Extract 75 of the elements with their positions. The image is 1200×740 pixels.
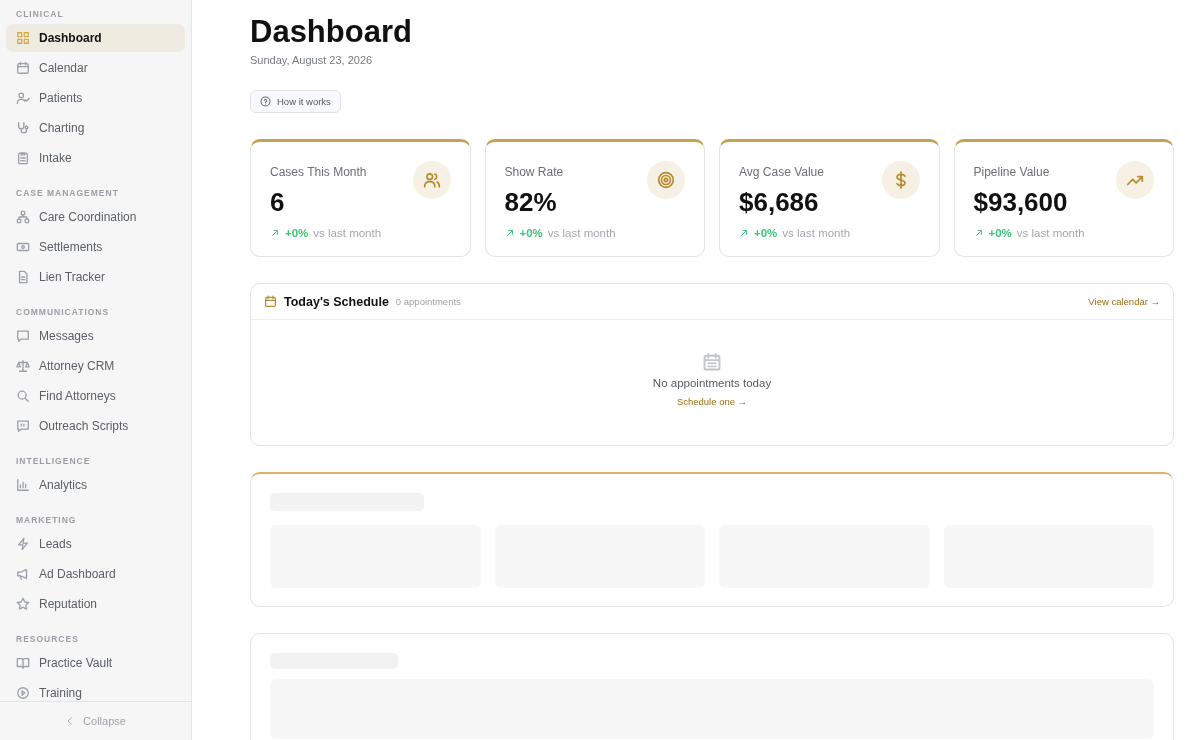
nav-item[interactable]: Patients bbox=[6, 84, 185, 112]
change-caption: vs last month bbox=[782, 227, 851, 239]
section-heading: MARKETING bbox=[15, 514, 78, 527]
arrow-up-right-icon bbox=[973, 228, 984, 238]
change-percent: +0% bbox=[754, 227, 778, 239]
nav-item[interactable]: Ad Dashboard bbox=[6, 560, 185, 588]
nav-item[interactable]: Care Coordination bbox=[6, 203, 185, 231]
nav-item[interactable]: Analytics bbox=[6, 471, 185, 499]
person-check-icon bbox=[16, 91, 30, 105]
stat-value: 6 bbox=[270, 187, 285, 218]
panel-title: Today's Schedule bbox=[284, 294, 389, 309]
chat-icon bbox=[16, 329, 30, 343]
change-percent: +0% bbox=[519, 227, 543, 239]
arrow-up-right-icon bbox=[270, 228, 280, 238]
help-icon bbox=[260, 96, 271, 107]
lightning-icon bbox=[16, 537, 30, 551]
bar-chart-icon bbox=[16, 478, 30, 492]
calendar-icon bbox=[264, 295, 277, 308]
book-icon bbox=[16, 656, 30, 670]
stat-value: 82% bbox=[504, 187, 557, 218]
nav-item[interactable]: Messages bbox=[6, 322, 185, 350]
arrow-up-right-icon bbox=[504, 228, 515, 238]
stat-label: Cases This Month bbox=[270, 165, 367, 179]
help-button[interactable]: How it works bbox=[250, 90, 341, 113]
page-title: Dashboard bbox=[250, 14, 412, 50]
empty-message: No appointments today bbox=[652, 377, 772, 389]
stat-label: Avg Case Value bbox=[739, 165, 824, 179]
search-icon bbox=[16, 389, 30, 403]
nav-item[interactable]: Leads bbox=[6, 530, 185, 558]
nav-item[interactable]: Intake bbox=[6, 144, 185, 172]
change-caption: vs last month bbox=[1016, 227, 1085, 239]
section-heading: COMMUNICATIONS bbox=[15, 306, 111, 319]
stat-value: $6,686 bbox=[739, 187, 819, 218]
section-heading: CASE MANAGEMENT bbox=[15, 187, 120, 200]
section-heading: CLINICAL bbox=[15, 8, 65, 21]
nav-item[interactable]: Calendar bbox=[6, 54, 185, 82]
play-circle-icon bbox=[16, 686, 30, 700]
nav-item[interactable]: Settlements bbox=[6, 233, 185, 261]
grid-icon bbox=[16, 31, 30, 45]
calendar-icon bbox=[16, 61, 30, 75]
nav-item[interactable]: Dashboard bbox=[6, 24, 185, 52]
date-label: Sunday, August 23, 2026 bbox=[250, 54, 373, 66]
people-icon bbox=[422, 171, 441, 189]
change-percent: +0% bbox=[285, 227, 309, 239]
nav-item[interactable]: Reputation bbox=[6, 590, 185, 618]
section-heading: INTELLIGENCE bbox=[15, 455, 92, 468]
calendar-icon bbox=[702, 352, 722, 372]
view-calendar-link[interactable]: View calendar → bbox=[1088, 296, 1160, 307]
change-percent: +0% bbox=[988, 227, 1012, 239]
target-icon bbox=[657, 171, 675, 189]
network-icon bbox=[16, 210, 30, 224]
nav-item[interactable]: Practice Vault bbox=[6, 649, 185, 677]
appointment-count: 0 appointments bbox=[395, 296, 461, 307]
stat-value: $93,600 bbox=[973, 187, 1068, 218]
star-icon bbox=[16, 597, 30, 611]
nav-item[interactable]: Outreach Scripts bbox=[6, 412, 185, 440]
clipboard-icon bbox=[16, 151, 30, 165]
section-heading: RESOURCES bbox=[15, 633, 80, 646]
quote-icon bbox=[16, 419, 30, 433]
schedule-link[interactable]: Schedule one → bbox=[676, 396, 748, 407]
stat-label: Show Rate bbox=[504, 165, 564, 179]
scale-icon bbox=[16, 359, 30, 373]
nav-item[interactable]: Lien Tracker bbox=[6, 263, 185, 291]
nav-item[interactable]: Attorney CRM bbox=[6, 352, 185, 380]
change-caption: vs last month bbox=[313, 227, 382, 239]
stethoscope-icon bbox=[16, 121, 30, 135]
nav-item[interactable]: Find Attorneys bbox=[6, 382, 185, 410]
arrow-up-right-icon bbox=[739, 228, 749, 238]
change-caption: vs last month bbox=[547, 227, 616, 239]
stat-label: Pipeline Value bbox=[973, 165, 1050, 179]
nav-item[interactable]: Training bbox=[6, 679, 185, 701]
banknote-icon bbox=[16, 240, 30, 254]
nav-item[interactable]: Charting bbox=[6, 114, 185, 142]
document-icon bbox=[16, 270, 30, 284]
megaphone-icon bbox=[16, 567, 30, 581]
